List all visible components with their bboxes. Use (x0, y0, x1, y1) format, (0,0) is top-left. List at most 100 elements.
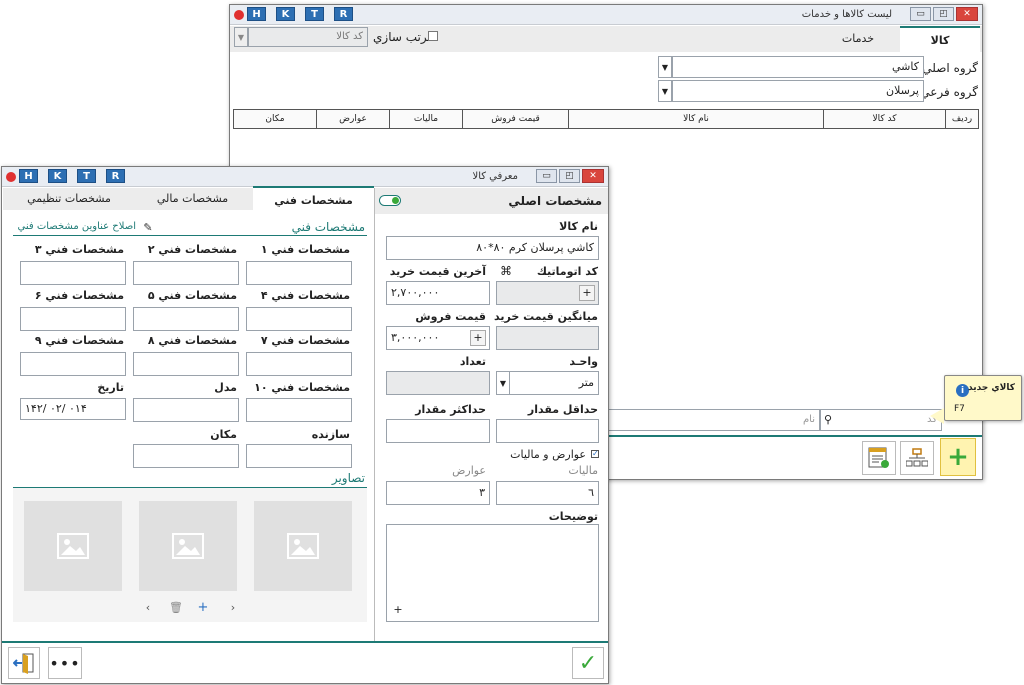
tab-services[interactable]: خدمات (818, 26, 898, 52)
date-input[interactable]: ١۴٠١ /٠٢ /٢۴ (20, 398, 126, 420)
max-qty-label: حداكثر مقدار (415, 403, 486, 416)
spec-2-input[interactable] (133, 261, 239, 285)
dropdown-arrow-icon[interactable]: ▼ (658, 56, 672, 78)
column-header[interactable]: نام كالا (568, 110, 823, 128)
sort-checkbox[interactable] (428, 31, 438, 41)
tab-technical-specs[interactable]: مشخصات فني (253, 186, 374, 212)
hotkey-h-button[interactable]: H (247, 7, 266, 21)
location-input[interactable] (133, 444, 239, 468)
sort-label: مرتب سازي (373, 30, 434, 44)
spec-1-label: مشخصات فني ١ (260, 243, 350, 256)
column-header[interactable]: عوارض (316, 110, 389, 128)
main-group-select[interactable]: كاشي (672, 56, 924, 78)
avg-buy-input (496, 326, 599, 350)
description-label: توضيحات (548, 510, 598, 523)
sort-field-select[interactable]: كد كالا (248, 27, 368, 47)
spec-8-label: مشخصات فني ٨ (147, 334, 237, 347)
tab-goods[interactable]: كالا (900, 26, 980, 52)
dropdown-arrow-icon[interactable]: ▼ (234, 27, 248, 47)
hotkey-k-button[interactable]: K (276, 7, 295, 21)
next-image-icon[interactable]: › (227, 601, 239, 614)
restore-button[interactable]: ◰ (559, 169, 580, 183)
hotkey-r-button[interactable]: R (334, 7, 353, 21)
restore-button[interactable]: ◰ (933, 7, 954, 21)
exit-button[interactable] (8, 647, 40, 679)
list-report-icon (868, 447, 889, 468)
add-goods-button[interactable]: + (940, 438, 976, 476)
confirm-button[interactable]: ✓ (572, 647, 604, 679)
column-header[interactable]: رديف (945, 110, 978, 128)
spec-6-input[interactable] (20, 307, 126, 331)
column-header[interactable]: قيمت فروش (462, 110, 568, 128)
add-description-icon[interactable]: + (392, 603, 404, 616)
spec-10-input[interactable] (246, 398, 352, 422)
close-button[interactable]: ✕ (582, 169, 604, 183)
search-code-input[interactable]: كد (820, 409, 942, 431)
column-header[interactable]: مكان (234, 110, 316, 128)
hotkey-r-button[interactable]: R (106, 169, 125, 183)
report-list-button[interactable] (862, 441, 896, 475)
images-label: تصاوير (331, 471, 365, 485)
title-bar: H K T R ليست كالاها و خدمات ▭ ◰ ✕ (230, 5, 982, 25)
prev-image-icon[interactable]: ‹ (142, 601, 154, 614)
pencil-icon[interactable]: ✎ (142, 221, 154, 234)
min-qty-input[interactable] (496, 419, 599, 443)
app-icon (234, 10, 244, 20)
spec-3-label: مشخصات فني ٣ (34, 243, 124, 256)
description-textarea[interactable] (386, 524, 599, 622)
spec-9-input[interactable] (20, 352, 126, 376)
delete-image-icon[interactable]: 🗑 (169, 601, 183, 614)
more-options-button[interactable]: ••• (48, 647, 82, 679)
hotkey-t-button[interactable]: T (77, 169, 96, 183)
minimize-button[interactable]: ▭ (910, 7, 931, 21)
duty-label: عوارض (452, 464, 486, 477)
barcode-icon[interactable]: ⌘ (499, 264, 513, 278)
spec-1-input[interactable] (246, 261, 352, 285)
image-slot-2[interactable] (139, 501, 237, 591)
spec-2-label: مشخصات فني ٢ (147, 243, 237, 256)
hotkey-t-button[interactable]: T (305, 7, 324, 21)
name-label: نام كالا (559, 220, 598, 233)
hotkey-h-button[interactable]: H (19, 169, 38, 183)
spec-3-input[interactable] (20, 261, 126, 285)
edit-titles-link[interactable]: اصلاح عناوين مشخصات فني (18, 221, 136, 232)
model-label: مدل (214, 381, 237, 394)
auto-code-plus-button[interactable]: + (579, 285, 595, 301)
tab-financial-specs[interactable]: مشخصات مالي (132, 186, 253, 212)
image-slot-3[interactable] (24, 501, 122, 591)
image-slot-1[interactable] (254, 501, 352, 591)
sub-group-select[interactable]: پرسلان (672, 80, 924, 102)
last-buy-input[interactable]: ٢,٧٠٠,٠٠٠ (386, 281, 490, 305)
column-header[interactable]: ماليات (389, 110, 462, 128)
tax-checkbox[interactable]: ✓ (591, 450, 599, 458)
hotkey-k-button[interactable]: K (48, 169, 67, 183)
goods-intro-window: H K T R معرفي كالا ▭ ◰ ✕ مشخصات اصلي نام… (1, 166, 609, 684)
name-input[interactable]: كاشي پرسلان كرم ٨٠*٨٠ (386, 236, 599, 260)
spec-5-input[interactable] (133, 307, 239, 331)
add-image-icon[interactable]: + (197, 600, 209, 615)
close-button[interactable]: ✕ (956, 7, 978, 21)
tooltip-shortcut: F7 (954, 404, 965, 414)
dropdown-arrow-icon[interactable]: ▼ (496, 371, 510, 395)
active-toggle[interactable] (379, 195, 401, 206)
tax-input[interactable]: ٦ (496, 481, 599, 505)
spec-7-label: مشخصات فني ٧ (260, 334, 350, 347)
tab-regulatory-specs[interactable]: مشخصات تنظيمي (6, 186, 132, 212)
sell-price-plus-button[interactable]: + (470, 330, 486, 346)
dropdown-arrow-icon[interactable]: ▼ (658, 80, 672, 102)
manufacturer-input[interactable] (246, 444, 352, 468)
spec-7-input[interactable] (246, 352, 352, 376)
min-qty-label: حداقل مقدار (527, 403, 598, 416)
search-name-input[interactable]: نام (608, 409, 820, 431)
model-input[interactable] (133, 398, 239, 422)
footer-divider (2, 641, 608, 643)
group-tree-button[interactable] (900, 441, 934, 475)
duty-input[interactable]: ٣ (386, 481, 490, 505)
spec-4-input[interactable] (246, 307, 352, 331)
main-group-label: گروه اصلي (922, 61, 978, 75)
spec-8-input[interactable] (133, 352, 239, 376)
minimize-button[interactable]: ▭ (536, 169, 557, 183)
column-header[interactable]: كد كالا (823, 110, 945, 128)
unit-select[interactable]: متر (496, 371, 599, 395)
max-qty-input[interactable] (386, 419, 490, 443)
